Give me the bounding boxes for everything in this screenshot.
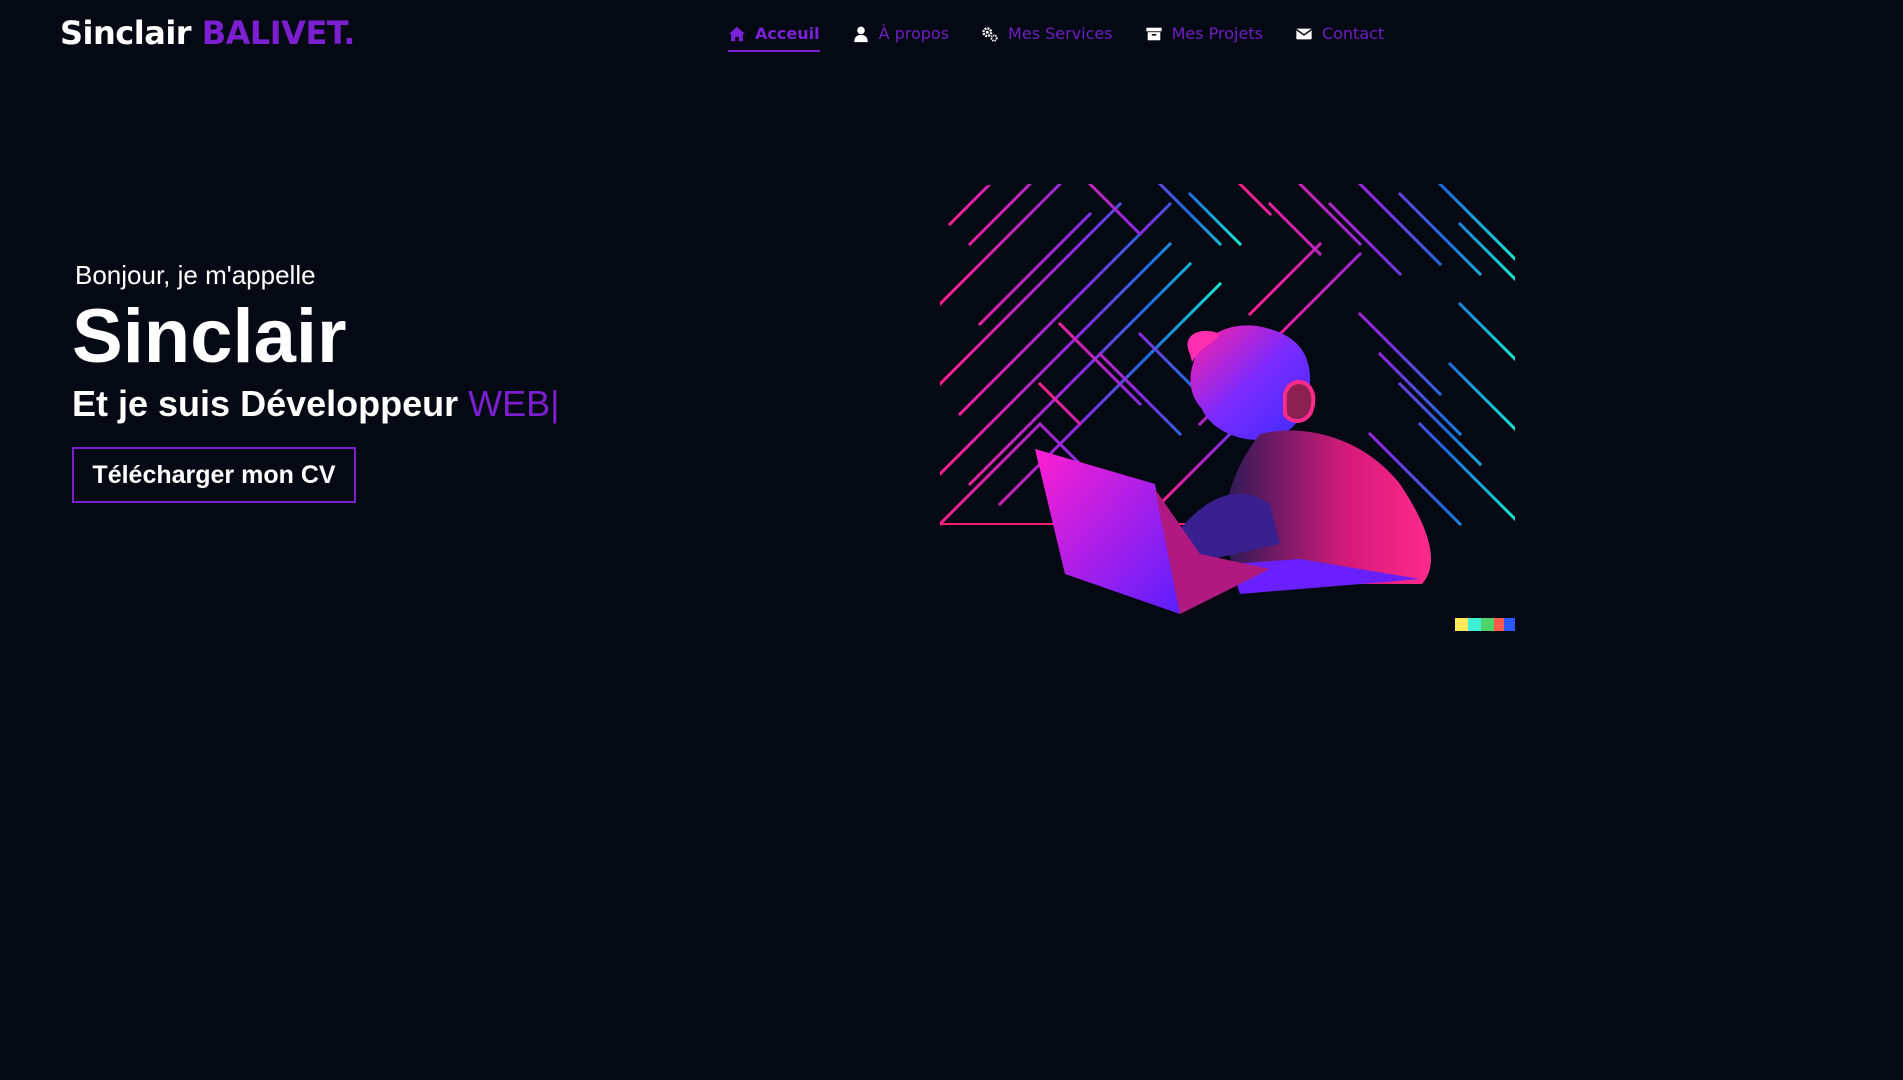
envelope-icon [1295,28,1313,39]
nav-item-mes-services[interactable]: Mes Services [981,18,1113,49]
brand-logo[interactable]: Sinclair BALIVET. [60,14,355,52]
hero-text-block: Bonjour, je m'appelle Sinclair Et je sui… [72,260,560,425]
hero-role-highlight: WEB| [468,383,560,424]
color-palette-strip [1455,618,1515,631]
hero-role: Et je suis Développeur WEB| [72,383,560,425]
hero-role-prefix: Et je suis Développeur [72,383,459,424]
nav-item-mes-projets[interactable]: Mes Projets [1145,18,1263,49]
home-icon [728,26,746,41]
brand-last-name: BALIVET. [201,14,356,52]
hero-name: Sinclair [72,294,347,379]
nav-label-a-propos: À propos [878,24,950,43]
nav-item-a-propos[interactable]: À propos [852,18,949,49]
developer-illustration [940,184,1515,631]
download-cv-button[interactable]: Télécharger mon CV [72,447,356,503]
nav-label-contact: Contact [1321,24,1385,43]
nav-item-contact[interactable]: Contact [1295,18,1384,49]
user-icon [853,26,868,42]
nav-label-mes-projets: Mes Projets [1171,24,1263,43]
archive-icon [1145,27,1162,40]
nav-label-mes-services: Mes Services [1008,24,1113,43]
main-navigation: Acceuil À propos Mes Services Mes Projet… [728,18,1416,54]
nav-item-acceuil[interactable]: Acceuil [728,18,820,52]
hero-greeting: Bonjour, je m'appelle [75,260,316,290]
nav-label-acceuil: Acceuil [755,24,820,43]
brand-first-name: Sinclair [60,14,192,52]
gears-icon [982,26,998,42]
